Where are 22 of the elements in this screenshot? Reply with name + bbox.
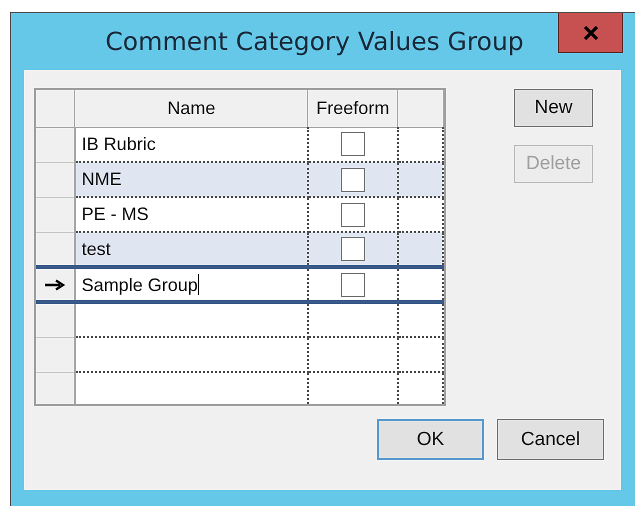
name-cell[interactable]: IB Rubric	[82, 134, 156, 155]
text-cursor	[198, 274, 199, 294]
freeform-checkbox[interactable]	[340, 272, 365, 296]
row-header[interactable]	[36, 267, 75, 302]
row-header[interactable]	[36, 302, 75, 337]
freeform-checkbox[interactable]	[340, 132, 365, 156]
freeform-checkbox[interactable]	[340, 237, 365, 261]
name-cell[interactable]: PE - MS	[82, 204, 149, 225]
dialog-button[interactable]: OK	[377, 419, 484, 460]
close-icon	[582, 26, 598, 40]
window-title: Comment Category Values Group	[104, 27, 525, 56]
current-row-arrow-icon	[44, 279, 66, 292]
row-header[interactable]	[36, 232, 75, 267]
freeform-checkbox[interactable]	[340, 202, 365, 226]
column-header[interactable]: Name	[74, 90, 308, 127]
close-button[interactable]	[558, 13, 623, 53]
name-cell[interactable]: NME	[82, 169, 122, 190]
column-header[interactable]: Freeform	[308, 90, 398, 127]
grid-action-button[interactable]: New	[514, 89, 593, 127]
freeform-checkbox[interactable]	[340, 168, 365, 192]
name-cell[interactable]: test	[82, 238, 111, 260]
dialog-button[interactable]: Cancel	[497, 419, 604, 460]
